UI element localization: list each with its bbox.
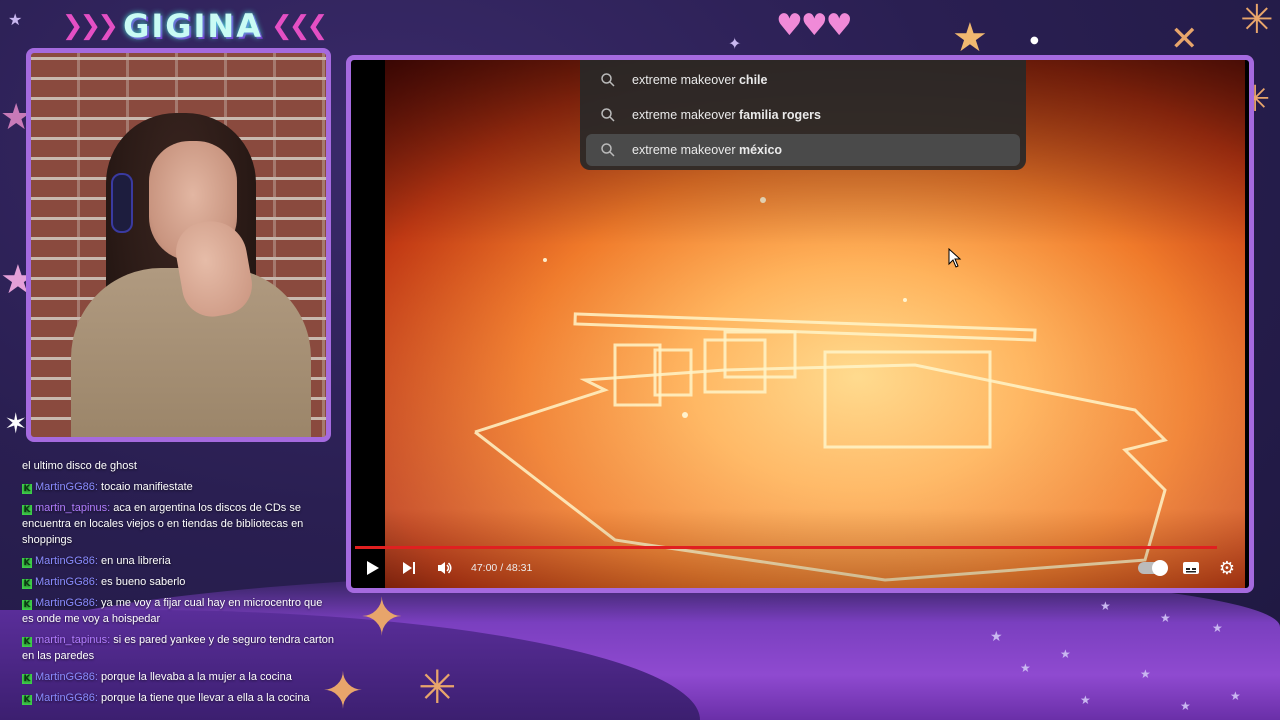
suggestion-completion: familia rogers (738, 108, 821, 122)
chat-text: el ultimo disco de ghost (22, 460, 137, 472)
play-icon (367, 561, 379, 575)
settings-button[interactable]: ⚙ (1209, 553, 1245, 583)
twinkle-icon: ✶ (4, 407, 28, 440)
search-suggestion[interactable]: extreme makeover chile (586, 64, 1020, 96)
chat-message: K MartinGG86: es bueno saberlo (22, 574, 334, 590)
chat-username[interactable]: MartinGG86: (35, 576, 101, 588)
twinkle-icon: ★ (1080, 693, 1091, 707)
chat-message: Kmartin_tapinus: aca en argentina los di… (22, 500, 334, 548)
chat-username[interactable]: martin_tapinus: (35, 502, 113, 514)
kick-badge-icon: K (22, 579, 32, 589)
chat-text: porque la tiene que llevar a ella a la c… (101, 692, 310, 704)
search-suggestion-text: extreme makeover chile (632, 73, 767, 87)
autoplay-toggle-icon (1138, 560, 1168, 576)
hearts-icon: ♥♥♥ (776, 8, 853, 43)
search-suggestion-text: extreme makeover familia rogers (632, 108, 821, 122)
twinkle-icon: ★ (1060, 647, 1071, 661)
suggestion-completion: chile (738, 73, 768, 87)
chat-text: en una libreria (101, 555, 171, 567)
skip-next-icon (403, 562, 415, 574)
volume-icon (438, 562, 452, 574)
chat-username[interactable]: martin_tapinus: (35, 634, 113, 646)
chat-message: K MartinGG86: porque la tiene que llevar … (22, 690, 334, 706)
search-icon (601, 73, 615, 87)
sparkle-icon: ✳ (1240, 0, 1274, 43)
chat-message: K MartinGG86: ya me voy a fijar cual hay … (22, 595, 334, 627)
twinkle-icon: ★ (1180, 699, 1191, 713)
logo-chevrons-left: ❯❯❯ (61, 11, 119, 41)
chat-message: el ultimo disco de ghost (22, 458, 334, 474)
suggestion-prefix: extreme makeover (632, 108, 739, 122)
chat-message: K MartinGG86: en una libreria (22, 553, 334, 569)
streamer-logo: ❯❯❯ GIGINA ❮❮❮ (62, 6, 329, 46)
webcam-feed (26, 48, 331, 442)
volume-button[interactable] (427, 553, 463, 583)
captions-button[interactable] (1173, 553, 1209, 583)
search-icon (601, 108, 615, 122)
chat-panel: el ultimo disco de ghost K MartinGG86: toc… (22, 458, 334, 711)
sparkle-icon: ✕ (1170, 19, 1199, 59)
logo-chevrons-right: ❮❮❮ (270, 11, 328, 41)
twinkle-icon: ★ (8, 10, 23, 29)
chat-message: Kmartin_tapinus: si es pared yankee y de… (22, 632, 334, 664)
chat-username[interactable]: MartinGG86: (35, 597, 101, 609)
headphones-icon (111, 173, 133, 233)
kick-badge-icon: K (22, 505, 32, 515)
twinkle-icon: ★ (1212, 621, 1223, 635)
play-button[interactable] (355, 553, 391, 583)
search-suggestions-dropdown: extreme makeover chile extreme makeover f… (580, 60, 1026, 170)
chat-username[interactable]: MartinGG86: (35, 692, 101, 704)
star-icon: ★ (952, 15, 988, 61)
chat-text: tocaio manifiestate (101, 481, 193, 493)
twinkle-icon: ★ (1160, 611, 1171, 625)
next-button[interactable] (391, 553, 427, 583)
chat-username[interactable]: MartinGG86: (35, 481, 101, 493)
suggestion-completion: méxico (738, 143, 783, 157)
chat-text: porque la llevaba a la mujer a la cocina (101, 671, 292, 683)
chat-message: K MartinGG86: porque la llevaba a la muje… (22, 669, 334, 685)
twinkle-icon: ★ (1020, 661, 1031, 675)
search-suggestion[interactable]: extreme makeover familia rogers (586, 99, 1020, 131)
captions-icon (1183, 562, 1199, 574)
twinkle-icon: ★ (1230, 689, 1241, 703)
chat-username[interactable]: MartinGG86: (35, 555, 101, 567)
kick-badge-icon: K (22, 637, 32, 647)
time-display: 47:00 / 48:31 (471, 562, 533, 574)
kick-badge-icon: K (22, 695, 32, 705)
search-suggestion-text: extreme makeover méxico (632, 143, 782, 157)
progress-bar[interactable] (355, 546, 1218, 549)
sparkle-icon: ✳ (418, 660, 457, 714)
mouse-cursor-icon (948, 248, 962, 268)
suggestion-prefix: extreme makeover (632, 143, 739, 157)
chat-username[interactable]: MartinGG86: (35, 671, 101, 683)
suggestion-prefix: extreme makeover (632, 73, 739, 87)
gear-icon: ⚙ (1218, 557, 1236, 579)
kick-badge-icon: K (22, 600, 32, 610)
search-suggestion[interactable]: extreme makeover méxico (586, 134, 1020, 166)
chat-text: es bueno saberlo (101, 576, 186, 588)
sparkle-icon: ✦ (360, 588, 404, 648)
kick-badge-icon: K (22, 484, 32, 494)
logo-text: GIGINA (123, 7, 263, 45)
twinkle-icon: ★ (1100, 599, 1111, 613)
kick-badge-icon: K (22, 558, 32, 568)
autoplay-toggle[interactable] (1137, 553, 1173, 583)
kick-badge-icon: K (22, 674, 32, 684)
twinkle-icon: ✦ (728, 34, 742, 53)
search-icon (601, 143, 615, 157)
twinkle-icon: ★ (1140, 667, 1151, 681)
chat-message: K MartinGG86: tocaio manifiestate (22, 479, 334, 495)
player-controls: 47:00 / 48:31 ⚙ (355, 552, 1245, 584)
twinkle-icon: ● (1030, 35, 1039, 46)
twinkle-icon: ★ (990, 629, 1003, 645)
